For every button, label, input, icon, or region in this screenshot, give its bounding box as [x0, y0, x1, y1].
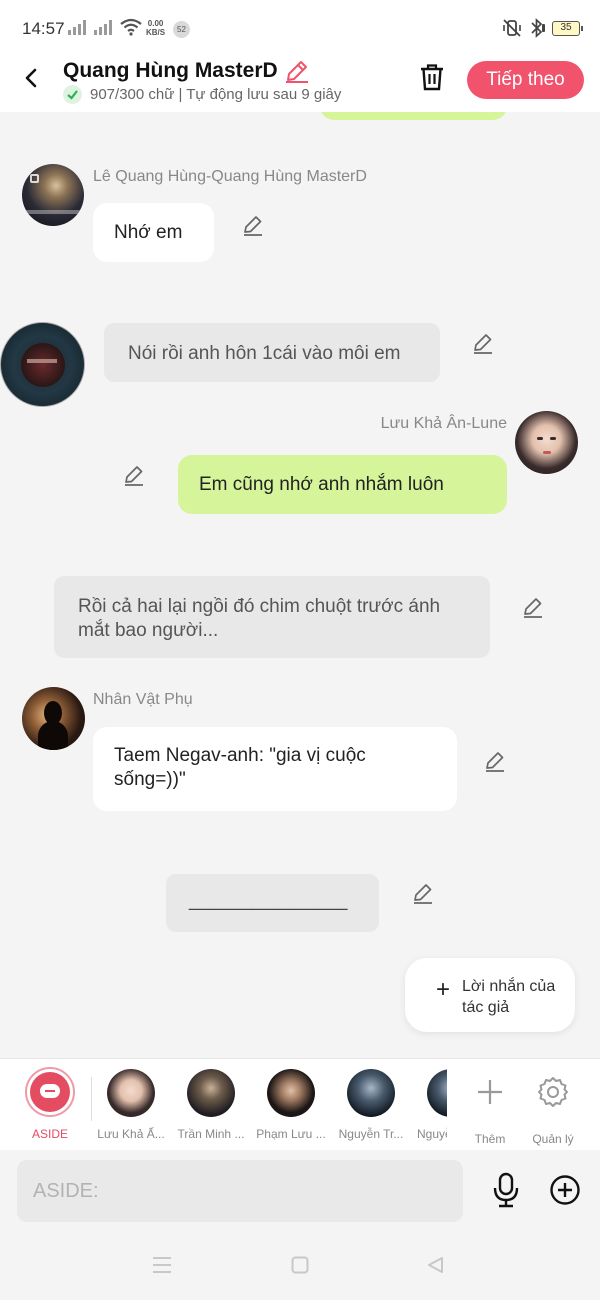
plus-icon: + [436, 976, 451, 1003]
net-speed: 0.00 KB/S [146, 19, 165, 37]
avatar-side-character[interactable] [22, 687, 85, 750]
chat-bubble-icon [40, 1084, 60, 1098]
story-title-row: Quang Hùng MasterD [63, 58, 310, 84]
character-item[interactable]: Phạm Lưu ... [251, 1067, 331, 1141]
character-avatar [347, 1069, 395, 1117]
status-time: 14:57 [22, 19, 65, 38]
menu-icon[interactable] [152, 1256, 172, 1274]
message-bubble-partial[interactable] [320, 112, 507, 120]
net-speed-unit: KB/S [146, 28, 166, 37]
edit-message-icon[interactable] [241, 213, 265, 237]
manage-label: Quản lý [532, 1132, 574, 1146]
character-label: Trần Minh ... [177, 1127, 245, 1141]
add-attachment-button[interactable] [549, 1174, 581, 1206]
author-note-label: Lời nhắn của tác giả [462, 978, 556, 1016]
avatar-character[interactable] [22, 164, 84, 226]
mute-vibrate-icon [503, 19, 521, 37]
plus-icon [478, 1080, 502, 1104]
autosave-status: 907/300 chữ | Tự động lưu sau 9 giây [90, 86, 342, 103]
gear-icon [538, 1077, 568, 1107]
author-note-button[interactable]: + Lời nhắn của tác giả [405, 958, 575, 1032]
home-icon[interactable] [291, 1256, 309, 1274]
microphone-button[interactable] [490, 1172, 522, 1208]
character-aside[interactable]: ASIDE [10, 1067, 90, 1141]
narration-bubble[interactable]: Rồi cả hai lại ngồi đó chim chuột trước … [54, 576, 490, 658]
edit-message-icon[interactable] [483, 749, 507, 773]
battery-indicator: 35 [552, 20, 583, 36]
character-avatar [267, 1069, 315, 1117]
message-bubble[interactable]: Taem Negav-anh: "gia vị cuộc sống=))" [93, 727, 457, 811]
character-avatar [427, 1069, 447, 1117]
edit-title-icon[interactable] [284, 58, 310, 84]
message-bubble[interactable]: Nhớ em [93, 203, 214, 262]
message-bubble-own[interactable]: Em cũng nhớ anh nhắm luôn [178, 455, 507, 514]
trash-button[interactable] [417, 62, 447, 92]
aside-avatar [25, 1067, 75, 1117]
autosave-row: 907/300 chữ | Tự động lưu sau 9 giây [63, 85, 341, 104]
next-button[interactable]: Tiếp theo [467, 61, 584, 99]
wifi-icon [120, 18, 142, 36]
character-bar: ASIDE Lưu Khả Ấ... Trần Minh ... Phạm Lư… [0, 1058, 600, 1150]
net-speed-value: 0.00 [147, 19, 164, 28]
notification-count-badge: 52 [173, 21, 190, 38]
edit-message-icon[interactable] [411, 881, 435, 905]
status-right: 35 [502, 18, 583, 38]
header: Quang Hùng MasterD 907/300 chữ | Tự động… [0, 56, 600, 112]
back-button[interactable] [18, 64, 46, 92]
character-label: Nguyễ [417, 1127, 447, 1141]
character-avatar [187, 1069, 235, 1117]
check-icon [63, 85, 82, 104]
bluetooth-icon [531, 18, 545, 38]
speaker-name: Lê Quang Hùng-Quang Hùng MasterD [93, 168, 367, 185]
page-title: Quang Hùng MasterD [63, 59, 278, 82]
character-avatar [107, 1069, 155, 1117]
character-item[interactable]: Trần Minh ... [171, 1067, 251, 1141]
character-label: Phạm Lưu ... [256, 1127, 326, 1141]
avatar-main-character[interactable] [515, 411, 578, 474]
manage-characters-button[interactable]: Quản lý [513, 1067, 593, 1146]
narration-bubble[interactable]: Nói rồi anh hôn 1cái vào môi em [104, 323, 440, 382]
input-bar [0, 1150, 600, 1234]
narration-bubble[interactable]: _______________ [166, 874, 379, 932]
edit-message-icon[interactable] [471, 331, 495, 355]
avatar-narrator[interactable] [0, 322, 85, 407]
character-label: Lưu Khả Ấ... [97, 1127, 165, 1141]
message-input[interactable] [17, 1160, 463, 1222]
status-bar: 14:57 0.00 KB/S 52 35 [0, 0, 600, 56]
signal-icon [68, 20, 88, 35]
character-item[interactable]: Nguyễ [411, 1067, 447, 1141]
chat-area[interactable]: Lê Quang Hùng-Quang Hùng MasterD Nhớ em … [0, 112, 600, 1058]
character-item[interactable]: Lưu Khả Ấ... [91, 1067, 171, 1141]
system-navigation-bar [0, 1234, 600, 1300]
character-label: Nguyễn Tr... [338, 1127, 404, 1141]
speaker-name: Lưu Khả Ân-Lune [380, 415, 507, 432]
signal-icon-2 [94, 20, 114, 35]
back-nav-icon[interactable] [426, 1256, 444, 1274]
character-label: ASIDE [31, 1127, 68, 1141]
edit-message-icon[interactable] [521, 595, 545, 619]
edit-message-icon[interactable] [122, 463, 146, 487]
character-item[interactable]: Nguyễn Tr... [331, 1067, 411, 1141]
speaker-name: Nhân Vật Phụ [93, 691, 193, 708]
